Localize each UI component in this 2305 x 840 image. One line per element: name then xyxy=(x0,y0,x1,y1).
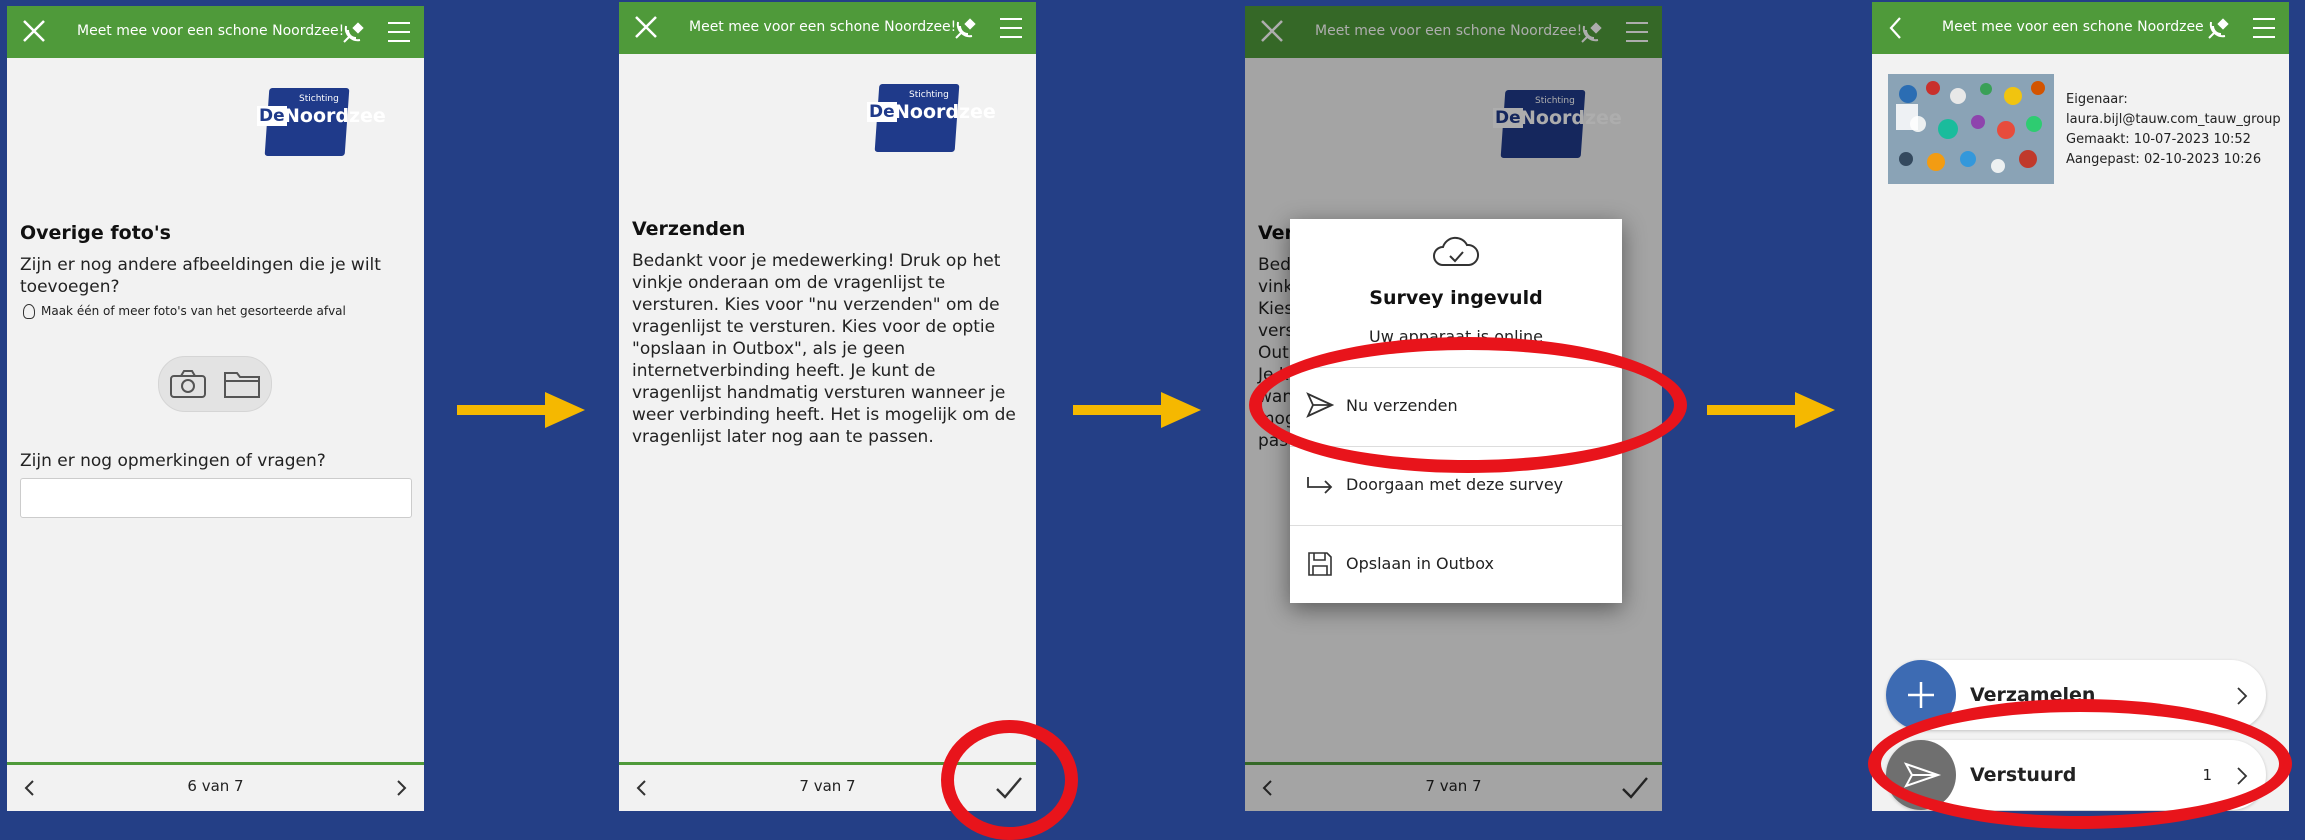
cloud-check-icon xyxy=(1433,236,1479,266)
menu-icon[interactable] xyxy=(386,20,412,44)
page-indicator: 6 van 7 xyxy=(187,777,244,795)
app-header: Meet mee voor een schone Noordzee! xyxy=(7,6,424,58)
menu-icon[interactable] xyxy=(2251,16,2277,40)
owner-label: Eigenaar: xyxy=(2066,92,2128,107)
owner-value: laura.bijl@tauw.com_tauw_group xyxy=(2066,112,2281,127)
survey-metadata: Eigenaar: laura.bijl@tauw.com_tauw_group… xyxy=(2066,90,2281,170)
created-date: Gemaakt: 10-07-2023 10:52 xyxy=(2066,132,2251,147)
lightbulb-icon xyxy=(23,304,35,319)
highlight-circle-submit xyxy=(941,720,1078,840)
chevron-right-icon xyxy=(2237,687,2248,705)
section-title: Overige foto's xyxy=(20,222,171,244)
app-header: Meet mee voor een schone Noordzee xyxy=(1872,2,2289,54)
continue-arrow-icon xyxy=(1307,477,1333,494)
modified-date: Aangepast: 02-10-2023 10:26 xyxy=(2066,152,2262,167)
comments-input[interactable] xyxy=(20,478,412,518)
question-images: Zijn er nog andere afbeeldingen die je w… xyxy=(20,255,381,297)
noordzee-logo: Stichting De Noordzee xyxy=(847,84,996,164)
close-icon[interactable] xyxy=(631,12,661,42)
close-icon[interactable] xyxy=(19,16,49,46)
screen-overige-fotos: Meet mee voor een schone Noordzee! Stich… xyxy=(7,6,424,811)
send-instructions: Bedankt voor je medewerking! Druk op het… xyxy=(632,251,1016,447)
chevron-right-icon[interactable] xyxy=(392,779,410,797)
section-title: Verzenden xyxy=(632,218,746,240)
app-header: Meet mee voor een schone Noordzee! xyxy=(619,2,1036,54)
save-icon xyxy=(1308,552,1332,576)
arrow-right-icon xyxy=(1073,392,1201,428)
camera-icon[interactable] xyxy=(169,369,207,399)
arrow-right-icon xyxy=(1707,392,1835,428)
page-footer: 6 van 7 xyxy=(7,762,424,811)
satellite-icon[interactable] xyxy=(952,14,980,42)
survey-thumbnail[interactable] xyxy=(1888,74,2054,184)
dialog-title: Survey ingevuld xyxy=(1369,287,1543,309)
back-icon[interactable] xyxy=(1888,16,1904,40)
satellite-icon[interactable] xyxy=(340,18,368,46)
highlight-circle-sent xyxy=(1868,699,2292,829)
screen-verzenden: Meet mee voor een schone Noordzee! Stich… xyxy=(619,2,1036,811)
option-save-outbox[interactable]: Opslaan in Outbox xyxy=(1290,525,1622,604)
satellite-icon[interactable] xyxy=(2205,14,2233,42)
screen-survey-home: Meet mee voor een schone Noordzee Eigena… xyxy=(1872,2,2289,811)
header-title: Meet mee voor een schone Noordzee! xyxy=(77,23,345,39)
header-title: Meet mee voor een schone Noordzee xyxy=(1942,19,2204,35)
question-comments: Zijn er nog opmerkingen of vragen? xyxy=(20,451,326,471)
hint-text: Maak één of meer foto's van het gesortee… xyxy=(23,304,346,319)
header-title: Meet mee voor een schone Noordzee! xyxy=(689,19,957,35)
menu-icon[interactable] xyxy=(998,16,1024,40)
folder-icon[interactable] xyxy=(223,369,261,399)
media-picker xyxy=(158,356,272,412)
highlight-circle-send-now xyxy=(1249,337,1687,473)
arrow-right-icon xyxy=(457,392,585,428)
noordzee-logo: Stichting De Noordzee xyxy=(237,88,386,168)
